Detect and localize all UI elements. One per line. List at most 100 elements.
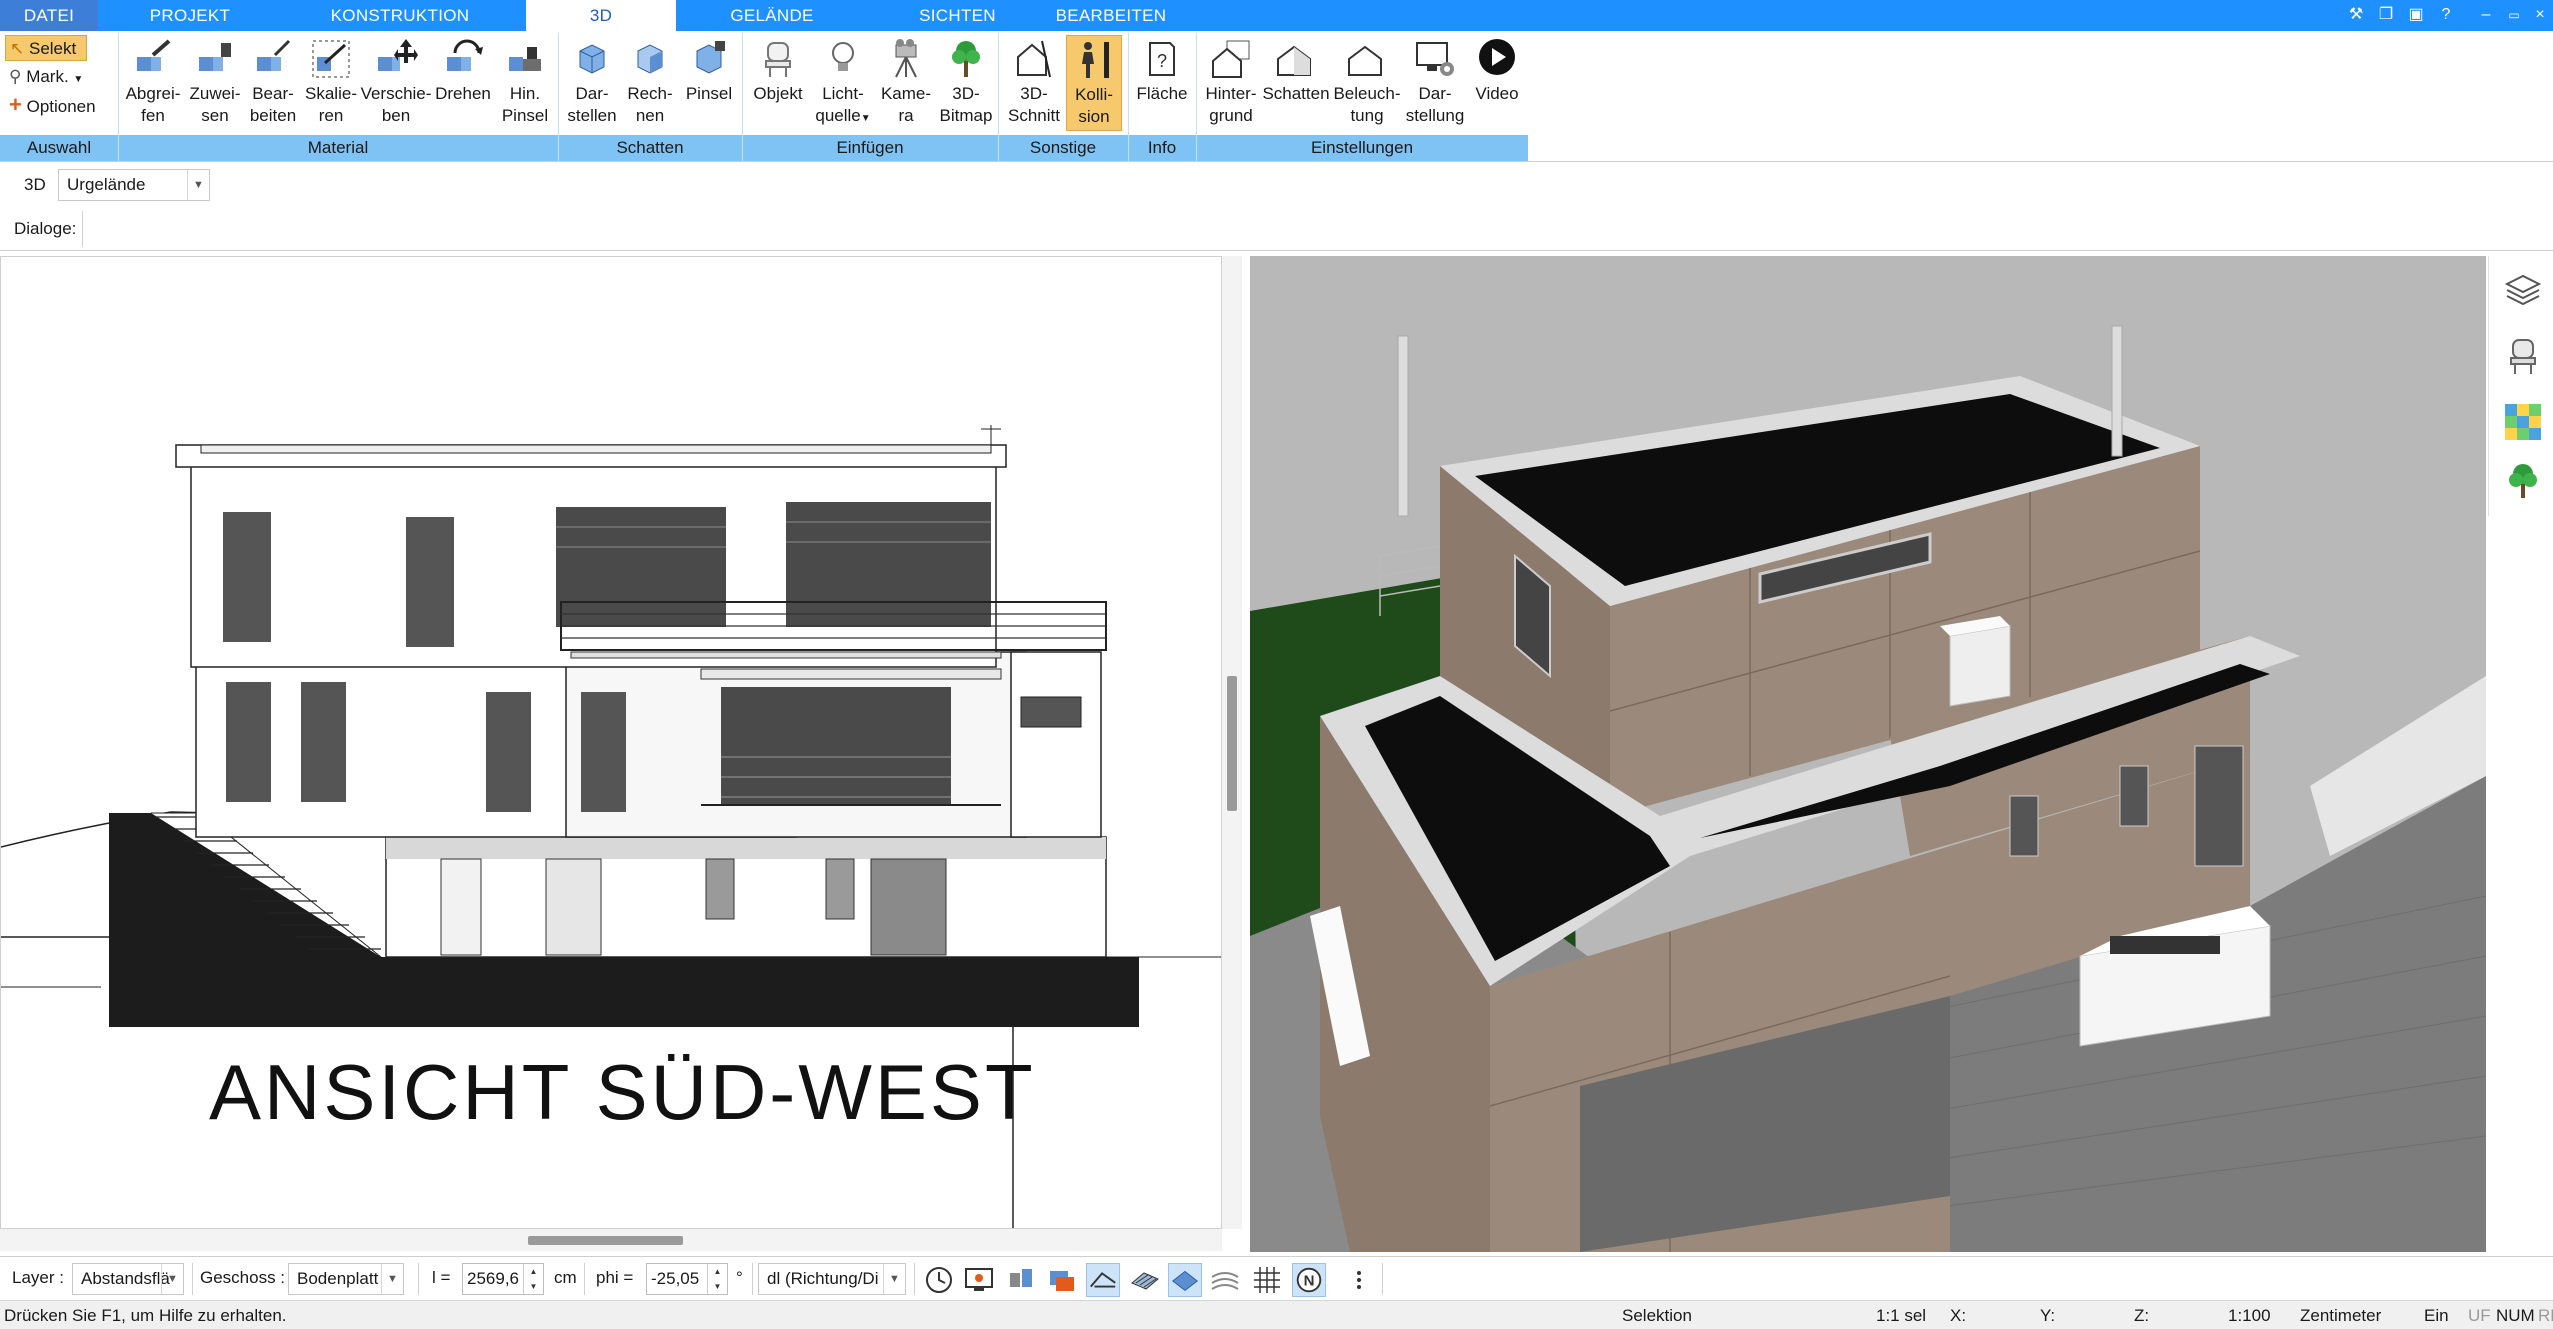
beleuchtung-button[interactable]: Beleuch- tung: [1332, 35, 1402, 131]
lighting-house-icon: [1348, 45, 1382, 76]
status-rf: RF: [2538, 1306, 2553, 1325]
schnitt-3d-button[interactable]: 3D- Schnitt: [1003, 35, 1065, 131]
flaeche-button[interactable]: ? Fläche: [1132, 35, 1192, 131]
status-help-text: Drücken Sie F1, um Hilfe zu erhalten.: [4, 1306, 287, 1325]
clock-icon[interactable]: [922, 1263, 956, 1297]
paint-assign-icon: [199, 43, 231, 71]
status-mode: Selektion: [1622, 1306, 1692, 1325]
objekt-button[interactable]: Objekt: [748, 35, 808, 131]
schatten-einstellung-button[interactable]: Schatten: [1260, 35, 1332, 131]
select-button[interactable]: ↖ Selekt: [5, 35, 87, 61]
mark-icon: ⚲: [9, 67, 22, 86]
darstellung-button[interactable]: Dar- stellung: [1402, 35, 1468, 131]
vertical-scrollbar[interactable]: [1222, 256, 1242, 1229]
group-label-info: Info: [1147, 138, 1177, 157]
scrollbar-thumb[interactable]: [1227, 676, 1237, 811]
slab-icon[interactable]: [1168, 1263, 1202, 1297]
darstellen-button[interactable]: Dar- stellen: [562, 35, 622, 131]
horizontal-scrollbar[interactable]: [0, 1229, 1222, 1251]
divider: [1382, 1263, 1383, 1295]
dl-direction-selector[interactable]: dl (Richtung/Di ▼: [758, 1263, 906, 1295]
angle-label: phi =: [596, 1268, 634, 1287]
length-unit: cm: [554, 1268, 577, 1287]
status-z: Z:: [2134, 1306, 2150, 1325]
chevron-down-icon: ▼: [860, 113, 871, 124]
terrain-icon[interactable]: [1208, 1263, 1242, 1297]
zuweisen-button[interactable]: Zuwei- sen: [184, 35, 246, 131]
objects-icon[interactable]: [1004, 1263, 1038, 1297]
brush-icon: [509, 47, 541, 71]
view-toolbar: 3D Urgelände ▼: [0, 163, 2553, 207]
floor-selector[interactable]: Bodenplatt ▼: [288, 1263, 404, 1295]
maximize-icon[interactable]: ▭: [2502, 3, 2526, 27]
group-label-auswahl: Auswahl: [26, 138, 92, 157]
cube-brush-icon: [696, 41, 725, 74]
chevron-down-icon: ▼: [187, 170, 209, 200]
tools-icon[interactable]: ⚒: [2344, 3, 2368, 27]
layers-icon[interactable]: [2503, 270, 2543, 310]
play-icon: [1479, 39, 1515, 75]
app-window: DATEI PROJEKT KONSTRUKTION 3D GELÄNDE SI…: [0, 0, 2553, 1329]
close-icon[interactable]: ×: [2528, 3, 2552, 27]
tab-projekt[interactable]: PROJEKT: [140, 0, 240, 31]
chevron-down-icon: ▼: [883, 1264, 905, 1294]
divider: [418, 1263, 419, 1295]
geschoss-label: Geschoss :: [200, 1268, 286, 1287]
cursor-icon: ↖: [10, 39, 25, 58]
pinsel-button[interactable]: Pinsel: [678, 35, 740, 131]
kamera-button[interactable]: Kame- ra: [876, 35, 936, 131]
parameter-bar: Layer : Abstandsflä ▼ Geschoss : Bodenpla…: [0, 1256, 2553, 1300]
spinner-icon[interactable]: ▲ ▼: [707, 1264, 727, 1294]
north-icon[interactable]: N: [1292, 1263, 1326, 1297]
status-insert-mode: Ein: [2424, 1306, 2449, 1325]
tab-datei[interactable]: DATEI: [0, 0, 98, 31]
drehen-button[interactable]: Drehen: [432, 35, 494, 131]
3d-view[interactable]: [1250, 256, 2486, 1252]
spinner-icon[interactable]: ▲ ▼: [523, 1264, 543, 1294]
video-button[interactable]: Video: [1468, 35, 1526, 131]
lichtquelle-button[interactable]: Licht- quelle▼: [812, 35, 874, 131]
options-button[interactable]: + Optionen: [5, 92, 96, 118]
display-settings-icon: [1416, 42, 1454, 76]
window-restore-icon[interactable]: ❐: [2374, 3, 2398, 27]
angle-input[interactable]: -25,05 ▲ ▼: [646, 1263, 728, 1295]
bitmap-3d-button[interactable]: 3D- Bitmap: [934, 35, 998, 131]
more-options-icon[interactable]: [1342, 1263, 1376, 1297]
elevation-view[interactable]: ANSICHT SÜD-WEST: [0, 256, 1222, 1229]
scrollbar-thumb[interactable]: [528, 1236, 683, 1245]
tab-bearbeiten[interactable]: BEARBEITEN: [1050, 0, 1172, 31]
skalieren-button[interactable]: Skalie- ren: [300, 35, 362, 131]
hatch-icon[interactable]: [1128, 1263, 1162, 1297]
tab-konstruktion[interactable]: KONSTRUKTION: [320, 0, 480, 31]
svg-text:?: ?: [1157, 51, 1167, 71]
furniture-catalog-icon[interactable]: [2503, 336, 2543, 376]
eyedropper-icon: [137, 39, 171, 71]
material-catalog-icon[interactable]: [2503, 402, 2543, 442]
layout-icon[interactable]: ▣: [2404, 3, 2428, 27]
floors-icon[interactable]: [1044, 1263, 1078, 1297]
hin-pinsel-button[interactable]: Hin. Pinsel: [494, 35, 556, 131]
help-icon[interactable]: ?: [2434, 3, 2458, 27]
abgreifen-button[interactable]: Abgrei- fen: [122, 35, 184, 131]
hintergrund-button[interactable]: Hinter- grund: [1200, 35, 1262, 131]
layer-selector[interactable]: Abstandsflä ▼: [72, 1263, 184, 1295]
kollision-button[interactable]: Kolli- sion: [1066, 35, 1122, 131]
roof-view-icon[interactable]: [1086, 1263, 1120, 1297]
cube-render-icon: [579, 44, 605, 74]
camera-icon: [895, 39, 917, 78]
tab-sichten[interactable]: SICHTEN: [900, 0, 1015, 31]
plant-catalog-icon[interactable]: [2503, 460, 2543, 500]
tab-3d[interactable]: 3D: [526, 0, 676, 31]
tab-gelaende[interactable]: GELÄNDE: [716, 0, 828, 31]
length-input[interactable]: 2569,6 ▲ ▼: [462, 1263, 544, 1295]
rechnen-button[interactable]: Rech- nen: [620, 35, 680, 131]
divider: [82, 211, 83, 247]
grid-icon[interactable]: [1250, 1263, 1284, 1297]
terrain-selector[interactable]: Urgelände ▼: [58, 169, 210, 201]
group-label-einfuegen: Einfügen: [836, 138, 904, 157]
monitor-icon[interactable]: [962, 1263, 996, 1297]
bearbeiten-button[interactable]: Bear- beiten: [242, 35, 304, 131]
verschieben-button[interactable]: Verschie- ben: [360, 35, 432, 131]
mark-button[interactable]: ⚲ Mark. ▼: [5, 64, 83, 90]
minimize-icon[interactable]: –: [2474, 3, 2498, 27]
